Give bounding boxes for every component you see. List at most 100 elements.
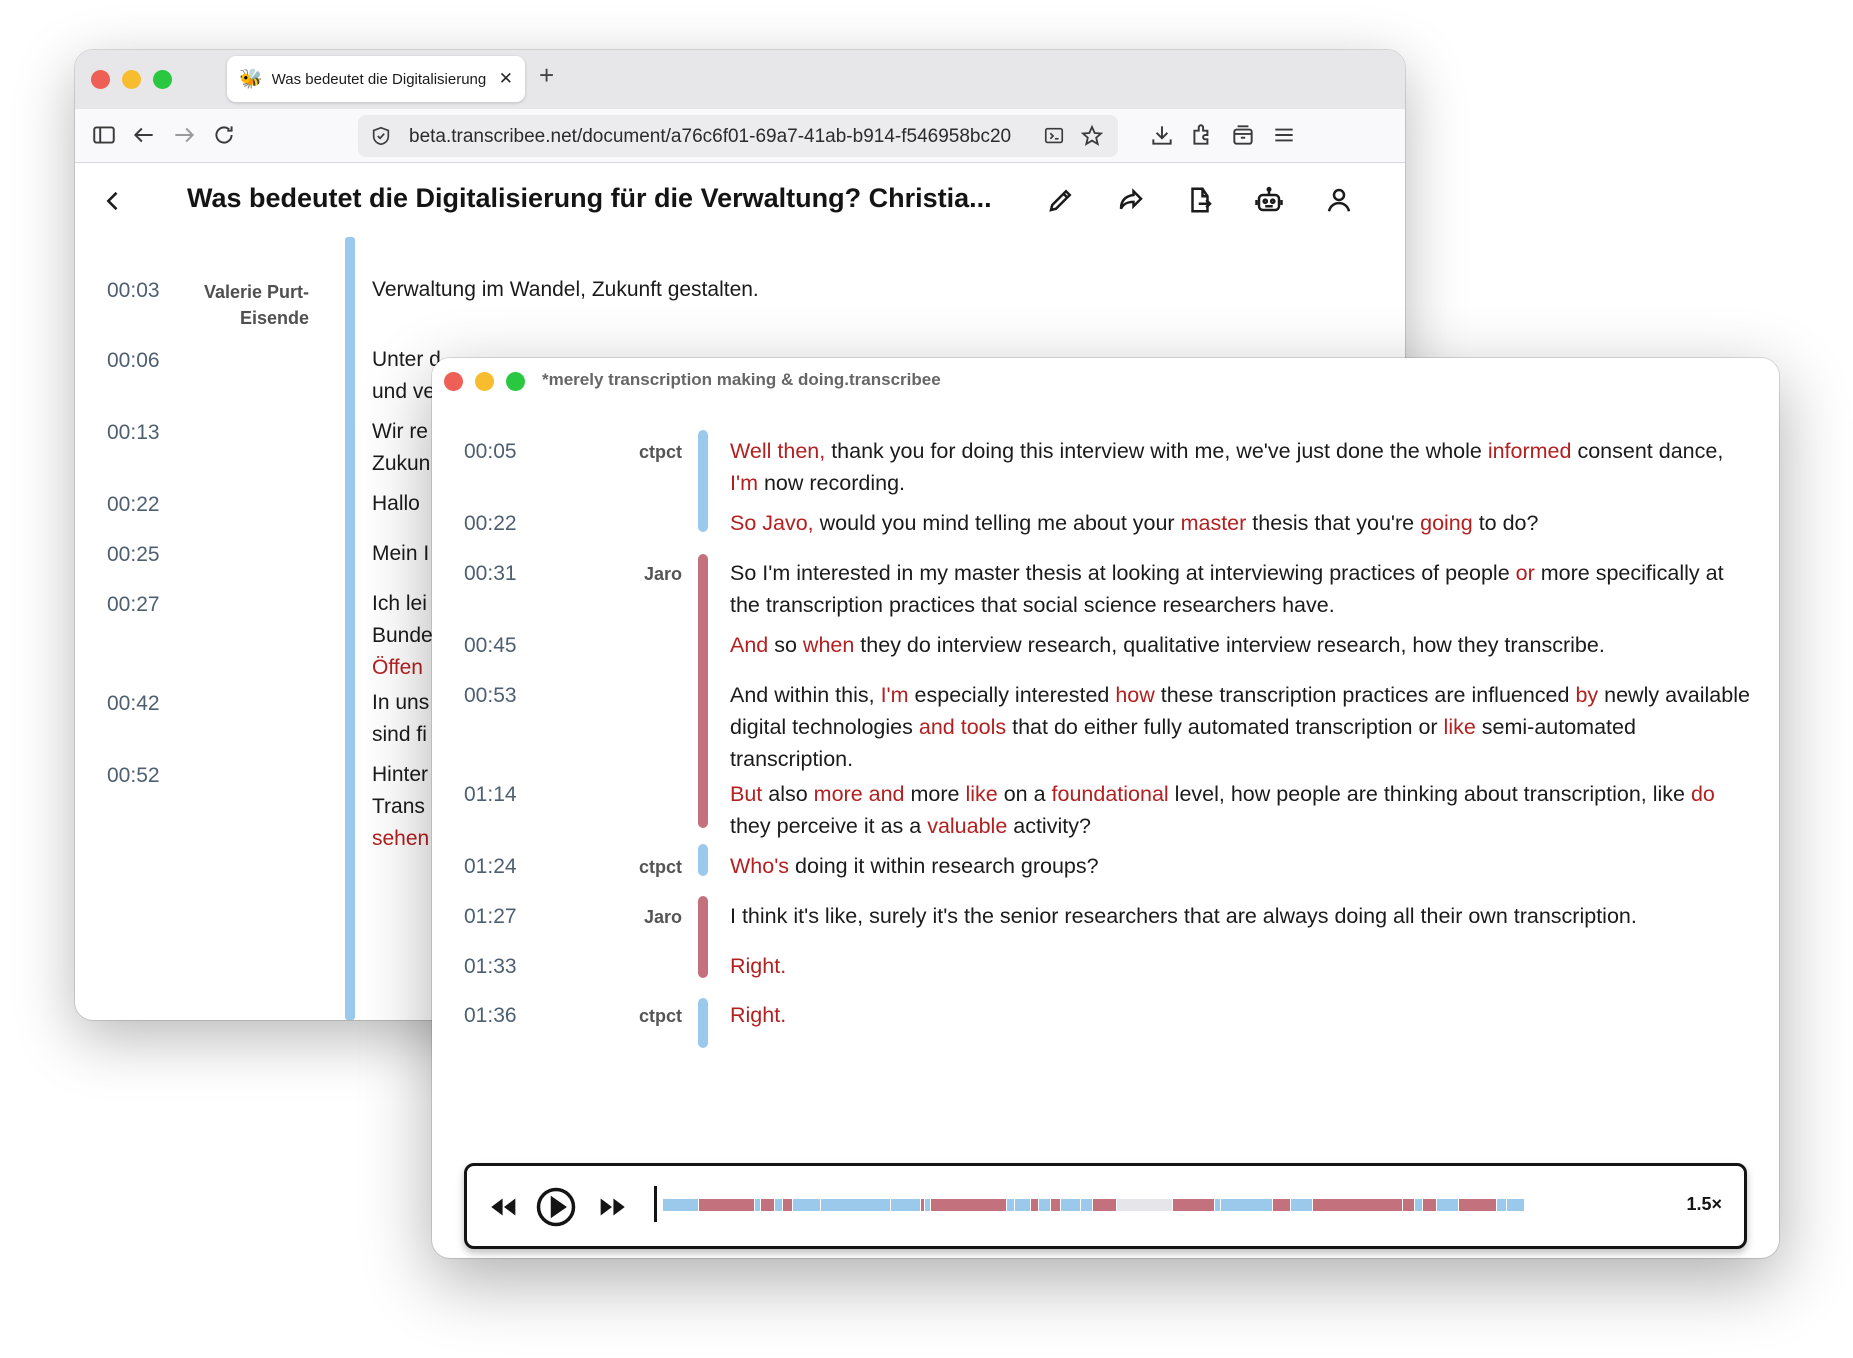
- browser-tab[interactable]: 🐝 Was bedeutet die Digitalisierung ✕: [227, 56, 525, 102]
- robot-icon[interactable]: [1254, 185, 1284, 215]
- highlighted-word[interactable]: and: [919, 715, 955, 739]
- app-minimize-button[interactable]: [475, 372, 494, 391]
- star-icon[interactable]: [1080, 124, 1104, 148]
- fast-forward-icon[interactable]: [595, 1190, 629, 1224]
- text-run[interactable]: they perceive it as a: [730, 814, 927, 838]
- waveform-segment[interactable]: [1007, 1199, 1014, 1211]
- segment-timestamp[interactable]: 00:45: [464, 634, 517, 658]
- waveform[interactable]: [663, 1199, 1663, 1211]
- text-run[interactable]: I think it's like, surely it's the senio…: [730, 904, 1637, 928]
- text-run[interactable]: doing it within research groups?: [789, 854, 1099, 878]
- highlighted-word[interactable]: when: [803, 633, 854, 657]
- tab-close-icon[interactable]: ✕: [499, 69, 513, 89]
- waveform-segment[interactable]: [699, 1199, 754, 1211]
- text-run[interactable]: Mein I: [372, 542, 429, 565]
- text-run[interactable]: that do either fully automated transcrip…: [1006, 715, 1443, 739]
- segment-timestamp[interactable]: 00:22: [107, 493, 160, 517]
- waveform-segment[interactable]: [775, 1199, 782, 1211]
- highlighted-word[interactable]: Who's: [730, 854, 789, 878]
- highlighted-word[interactable]: or: [1516, 561, 1535, 585]
- waveform-segment[interactable]: [1437, 1199, 1458, 1211]
- segment-timestamp[interactable]: 01:33: [464, 955, 517, 979]
- menu-icon[interactable]: [1271, 122, 1297, 148]
- segment-timestamp[interactable]: 00:42: [107, 692, 160, 716]
- chevron-left-icon[interactable]: [99, 187, 127, 215]
- text-run[interactable]: on a: [998, 782, 1052, 806]
- container-icon[interactable]: [1230, 122, 1256, 148]
- waveform-segment[interactable]: [1273, 1199, 1290, 1211]
- segment-text[interactable]: Ich lei Bunde Öffen: [372, 588, 433, 684]
- highlighted-word[interactable]: like: [1444, 715, 1476, 739]
- text-run[interactable]: Wir re: [372, 420, 428, 443]
- text-run[interactable]: Zukun: [372, 452, 430, 475]
- text-run[interactable]: so: [768, 633, 803, 657]
- rewind-icon[interactable]: [487, 1190, 521, 1224]
- text-run[interactable]: Unter d: [372, 348, 441, 371]
- waveform-segment[interactable]: [793, 1199, 820, 1211]
- app-zoom-button[interactable]: [506, 372, 525, 391]
- text-run[interactable]: they do interview research, qualitative …: [854, 633, 1605, 657]
- segment-timestamp[interactable]: 00:25: [107, 543, 160, 567]
- waveform-segment[interactable]: [1051, 1199, 1060, 1211]
- segment-text[interactable]: Well then, thank you for doing this inte…: [730, 435, 1750, 499]
- back-arrow-icon[interactable]: [131, 122, 157, 148]
- highlighted-word[interactable]: more: [814, 782, 863, 806]
- share-icon[interactable]: [1116, 185, 1146, 215]
- text-run[interactable]: Verwaltung im Wandel, Zukunft gestalten.: [372, 278, 759, 301]
- waveform-segment[interactable]: [1459, 1199, 1496, 1211]
- waveform-segment[interactable]: [1015, 1199, 1030, 1211]
- pencil-icon[interactable]: [1046, 185, 1076, 215]
- text-run[interactable]: would you mind telling me about your: [814, 511, 1181, 535]
- segment-text[interactable]: Unter d und ve: [372, 344, 441, 408]
- waveform-segment[interactable]: [1173, 1199, 1214, 1211]
- text-run[interactable]: now recording.: [758, 471, 905, 495]
- segment-text[interactable]: Mein I: [372, 538, 429, 570]
- segment-text[interactable]: But also more and more like on a foundat…: [730, 778, 1750, 842]
- segment-text[interactable]: So I'm interested in my master thesis at…: [730, 557, 1750, 621]
- text-run[interactable]: und ve: [372, 380, 435, 403]
- app-close-button[interactable]: [444, 372, 463, 391]
- text-run[interactable]: also: [762, 782, 813, 806]
- waveform-segment[interactable]: [1415, 1199, 1422, 1211]
- highlighted-word[interactable]: Right.: [730, 954, 786, 978]
- segment-text[interactable]: And within this, I'm especially interest…: [730, 679, 1750, 775]
- waveform-segment[interactable]: [925, 1199, 930, 1211]
- segment-text[interactable]: In uns sind fi: [372, 687, 429, 751]
- segment-speaker[interactable]: ctpct: [582, 442, 682, 463]
- waveform-segment[interactable]: [1061, 1199, 1080, 1211]
- text-run[interactable]: more: [905, 782, 966, 806]
- segment-speaker[interactable]: ctpct: [582, 857, 682, 878]
- waveform-segment[interactable]: [1117, 1199, 1172, 1211]
- segment-timestamp[interactable]: 01:36: [464, 1004, 517, 1028]
- text-run[interactable]: to do?: [1473, 511, 1539, 535]
- shield-icon[interactable]: [370, 125, 392, 147]
- segment-speaker[interactable]: Jaro: [582, 564, 682, 585]
- text-run[interactable]: In uns: [372, 691, 429, 714]
- play-icon[interactable]: [535, 1186, 577, 1228]
- text-run[interactable]: Bunde: [372, 624, 433, 647]
- new-tab-button[interactable]: +: [539, 62, 554, 88]
- text-run[interactable]: especially interested: [909, 683, 1116, 707]
- waveform-segment[interactable]: [1081, 1199, 1092, 1211]
- segment-speaker[interactable]: Jaro: [582, 907, 682, 928]
- waveform-segment[interactable]: [1039, 1199, 1050, 1211]
- highlighted-word[interactable]: valuable: [927, 814, 1007, 838]
- text-run[interactable]: sind fi: [372, 723, 427, 746]
- segment-text[interactable]: Right.: [730, 999, 1750, 1031]
- highlighted-word[interactable]: I'm: [881, 683, 909, 707]
- segment-timestamp[interactable]: 00:52: [107, 764, 160, 788]
- highlighted-word[interactable]: And: [730, 633, 768, 657]
- waveform-segment[interactable]: [755, 1199, 760, 1211]
- playhead[interactable]: [654, 1186, 657, 1222]
- extensions-icon[interactable]: [1189, 122, 1215, 148]
- text-run[interactable]: consent dance,: [1571, 439, 1723, 463]
- segment-text[interactable]: Verwaltung im Wandel, Zukunft gestalten.: [372, 274, 759, 306]
- text-run[interactable]: Trans: [372, 795, 425, 818]
- waveform-segment[interactable]: [1221, 1199, 1272, 1211]
- reader-icon[interactable]: [1042, 125, 1066, 147]
- forward-arrow-icon[interactable]: [171, 122, 197, 148]
- waveform-segment[interactable]: [891, 1199, 920, 1211]
- segment-timestamp[interactable]: 00:06: [107, 349, 160, 373]
- text-run[interactable]: activity?: [1007, 814, 1091, 838]
- segment-text[interactable]: And so when they do interview research, …: [730, 629, 1750, 661]
